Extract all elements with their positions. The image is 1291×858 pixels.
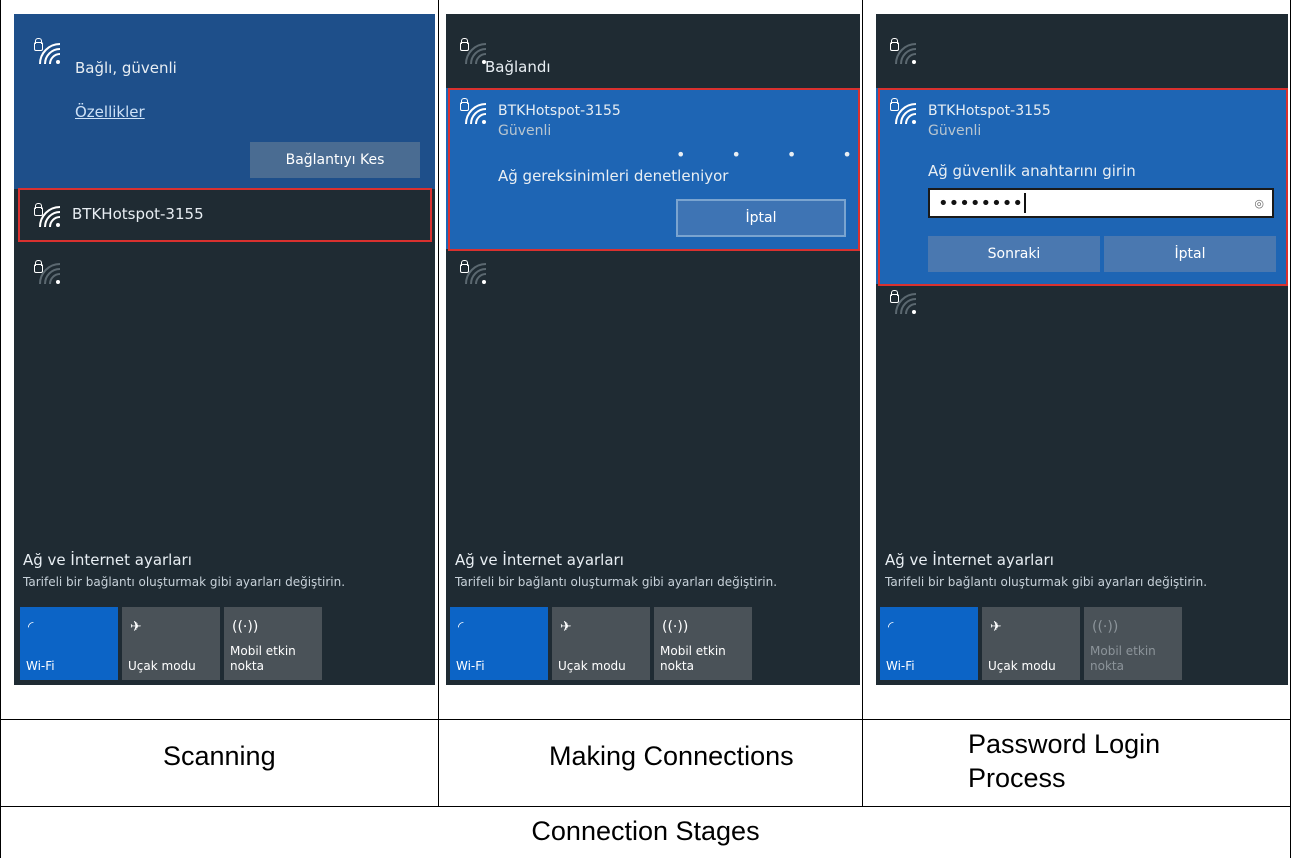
table-divider-row-2 bbox=[0, 806, 1291, 807]
airplane-mode-tile[interactable]: ✈ Uçak modu bbox=[122, 607, 220, 680]
hotspot-tile-label: Mobil etkin nokta bbox=[230, 644, 296, 673]
weak-wifi-icon[interactable] bbox=[888, 290, 917, 316]
airplane-icon: ✈ bbox=[130, 619, 142, 635]
caption-scanning: Scanning bbox=[163, 741, 276, 771]
network-item-btkhotspot[interactable]: BTKHotspot-3155 bbox=[14, 190, 435, 240]
network-settings-link[interactable]: Ağ ve İnternet ayarları bbox=[885, 551, 1054, 569]
weak-wifi-icon[interactable] bbox=[458, 260, 487, 286]
footer-connection-stages: Connection Stages bbox=[531, 816, 760, 846]
network-settings-link[interactable]: Ağ ve İnternet ayarları bbox=[455, 551, 624, 569]
network-settings-subtitle: Tarifeli bir bağlantı oluşturmak gibi ay… bbox=[455, 575, 778, 589]
airplane-tile-label: Uçak modu bbox=[988, 659, 1056, 673]
table-border-left bbox=[0, 0, 1, 858]
wifi-icon: ◜ bbox=[458, 619, 464, 635]
connection-status: Bağlı, güvenli bbox=[75, 59, 177, 77]
connected-network-block[interactable]: Bağlı, güvenli Özellikler Bağlantıyı Kes bbox=[14, 14, 435, 189]
selected-network-highlight bbox=[878, 88, 1288, 286]
figure-table: Bağlı, güvenli Özellikler Bağlantıyı Kes… bbox=[0, 0, 1291, 858]
airplane-icon: ✈ bbox=[990, 619, 1002, 635]
caption-making-connections: Making Connections bbox=[549, 741, 794, 771]
wifi-tile-label: Wi-Fi bbox=[886, 659, 915, 673]
mobile-hotspot-tile[interactable]: ((·)) Mobil etkin nokta bbox=[1084, 607, 1182, 680]
network-settings-link[interactable]: Ağ ve İnternet ayarları bbox=[23, 551, 192, 569]
hotspot-icon: ((·)) bbox=[662, 619, 689, 635]
disconnect-button[interactable]: Bağlantıyı Kes bbox=[250, 142, 420, 178]
mobile-hotspot-tile[interactable]: ((·)) Mobil etkin nokta bbox=[654, 607, 752, 680]
properties-link[interactable]: Özellikler bbox=[75, 103, 145, 121]
wifi-tile[interactable]: ◜ Wi-Fi bbox=[450, 607, 548, 680]
network-settings-subtitle: Tarifeli bir bağlantı oluşturmak gibi ay… bbox=[885, 575, 1208, 589]
wifi-panel-scanning: Bağlı, güvenli Özellikler Bağlantıyı Kes… bbox=[14, 14, 435, 685]
wifi-icon: ◜ bbox=[28, 619, 34, 635]
hotspot-tile-label: Mobil etkin nokta bbox=[660, 644, 726, 673]
table-divider-2 bbox=[862, 0, 863, 807]
caption-password-login: Password Login Process bbox=[968, 729, 1161, 793]
secured-wifi-icon bbox=[32, 36, 61, 65]
wifi-panel-connecting: Bağlandı BTKHotspot-3155 Güvenli ••••• A… bbox=[446, 14, 860, 685]
mobile-hotspot-tile[interactable]: ((·)) Mobil etkin nokta bbox=[224, 607, 322, 680]
table-divider-1 bbox=[438, 0, 439, 807]
hotspot-icon: ((·)) bbox=[232, 619, 259, 635]
table-divider-row-1 bbox=[0, 719, 1291, 720]
wifi-tile-label: Wi-Fi bbox=[456, 659, 485, 673]
wifi-tile[interactable]: ◜ Wi-Fi bbox=[20, 607, 118, 680]
airplane-tile-label: Uçak modu bbox=[128, 659, 196, 673]
network-name: BTKHotspot-3155 bbox=[72, 205, 204, 223]
hotspot-icon: ((·)) bbox=[1092, 619, 1119, 635]
connection-status: Bağlandı bbox=[485, 58, 551, 76]
secured-wifi-icon bbox=[32, 203, 61, 229]
airplane-mode-tile[interactable]: ✈ Uçak modu bbox=[982, 607, 1080, 680]
wifi-panel-password: BTKHotspot-3155 Güvenli Ağ güvenlik anah… bbox=[876, 14, 1288, 685]
wifi-tile-label: Wi-Fi bbox=[26, 659, 55, 673]
wifi-icon: ◜ bbox=[888, 619, 894, 635]
hotspot-tile-label: Mobil etkin nokta bbox=[1090, 644, 1156, 673]
secured-wifi-icon bbox=[458, 36, 487, 65]
wifi-tile[interactable]: ◜ Wi-Fi bbox=[880, 607, 978, 680]
secured-wifi-icon bbox=[888, 36, 917, 65]
network-settings-subtitle: Tarifeli bir bağlantı oluşturmak gibi ay… bbox=[23, 575, 346, 589]
airplane-mode-tile[interactable]: ✈ Uçak modu bbox=[552, 607, 650, 680]
airplane-icon: ✈ bbox=[560, 619, 572, 635]
selected-network-highlight bbox=[448, 88, 860, 251]
weak-wifi-icon[interactable] bbox=[32, 260, 61, 286]
airplane-tile-label: Uçak modu bbox=[558, 659, 626, 673]
